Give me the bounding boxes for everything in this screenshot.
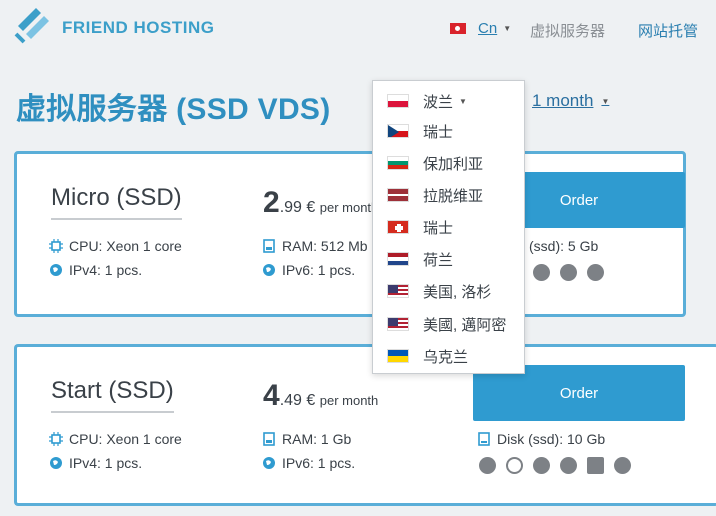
flag-switzerland-icon <box>387 220 409 234</box>
brand-name[interactable]: FRIEND HOSTING <box>62 18 214 38</box>
flag-poland-icon <box>387 94 409 108</box>
disk-icon <box>478 432 490 446</box>
debian-icon[interactable] <box>506 457 523 474</box>
spec-cpu: CPU: Xeon 1 core <box>49 238 182 254</box>
language-flag-icon <box>450 23 466 34</box>
location-option-switzerland[interactable]: 瑞士 <box>387 216 453 238</box>
language-selector[interactable]: Cn ▼ <box>450 20 511 37</box>
flag-czech-icon <box>387 124 409 138</box>
spec-ipv4: IPv4: 1 pcs. <box>49 262 142 278</box>
spec-ram: RAM: 512 Mb <box>262 238 368 254</box>
location-option-us-la[interactable]: 美国, 洛杉 <box>387 280 491 302</box>
flag-bulgaria-icon <box>387 156 409 170</box>
os-list <box>479 457 631 474</box>
brand-logo-icon[interactable] <box>14 4 58 44</box>
globe-icon <box>50 457 62 469</box>
location-option-poland[interactable]: 波兰 ▼ <box>387 90 467 112</box>
spec-disk: (ssd): 5 Gb <box>529 238 599 254</box>
location-option-czech[interactable]: 瑞士 <box>387 120 453 142</box>
chevron-down-icon: ▼ <box>503 24 512 33</box>
ubuntu-icon[interactable] <box>560 457 577 474</box>
flag-usa-icon <box>387 317 409 331</box>
spec-ipv4: IPv4: 1 pcs. <box>49 455 142 471</box>
centos-icon[interactable] <box>587 264 604 281</box>
nav-hosting[interactable]: 网站托管 <box>638 20 698 41</box>
plan-price: 4.49 € per month <box>263 379 379 412</box>
globe-icon <box>263 457 275 469</box>
spec-disk: Disk (ssd): 10 Gb <box>477 431 605 447</box>
page-title: 虚拟服务器 (SSD VDS) <box>16 93 331 126</box>
freebsd-icon[interactable] <box>533 264 550 281</box>
plan-name: Micro (SSD) <box>51 184 182 220</box>
windows-icon[interactable] <box>587 457 604 474</box>
os-list <box>533 264 604 281</box>
cpu-icon <box>49 239 63 253</box>
ubuntu-icon[interactable] <box>560 264 577 281</box>
plan-card-start: Start (SSD) 4.49 € per month Order CPU: … <box>14 344 716 506</box>
spec-ipv6: IPv6: 1 pcs. <box>262 262 355 278</box>
location-dropdown: 波兰 ▼ 瑞士 保加利亚 拉脱维亚 瑞士 荷兰 美国, 洛杉 美國, 邁阿密 乌… <box>372 80 525 374</box>
globe-icon <box>50 264 62 276</box>
chevron-down-icon: ▼ <box>601 96 610 106</box>
spec-cpu: CPU: Xeon 1 core <box>49 431 182 447</box>
spec-ram: RAM: 1 Gb <box>262 431 351 447</box>
flag-ukraine-icon <box>387 349 409 363</box>
language-label[interactable]: Cn <box>478 20 497 37</box>
flag-usa-icon <box>387 284 409 298</box>
spec-ipv6: IPv6: 1 pcs. <box>262 455 355 471</box>
chevron-down-icon: ▼ <box>459 96 467 106</box>
cpu-icon <box>49 432 63 446</box>
freebsd-icon[interactable] <box>533 457 550 474</box>
settings-icon[interactable] <box>479 457 496 474</box>
memory-icon <box>263 432 275 446</box>
location-option-ukraine[interactable]: 乌克兰 <box>387 345 468 367</box>
period-selector[interactable]: 1 month ▼ <box>532 91 609 111</box>
location-option-latvia[interactable]: 拉脱维亚 <box>387 184 483 206</box>
plan-name: Start (SSD) <box>51 377 174 413</box>
location-option-us-miami[interactable]: 美國, 邁阿密 <box>387 313 506 335</box>
header: FRIEND HOSTING Cn ▼ 虚拟服务器 网站托管 <box>0 0 716 60</box>
flag-latvia-icon <box>387 188 409 202</box>
location-option-bulgaria[interactable]: 保加利亚 <box>387 152 483 174</box>
flag-netherlands-icon <box>387 252 409 266</box>
location-option-netherlands[interactable]: 荷兰 <box>387 248 453 270</box>
nav-vds[interactable]: 虚拟服务器 <box>530 20 605 41</box>
globe-icon <box>263 264 275 276</box>
memory-icon <box>263 239 275 253</box>
plan-price: 2.99 € per month <box>263 186 379 219</box>
plan-card-micro: Micro (SSD) 2.99 € per month Order CPU: … <box>14 151 686 317</box>
period-label[interactable]: 1 month <box>532 91 593 111</box>
centos-icon[interactable] <box>614 457 631 474</box>
